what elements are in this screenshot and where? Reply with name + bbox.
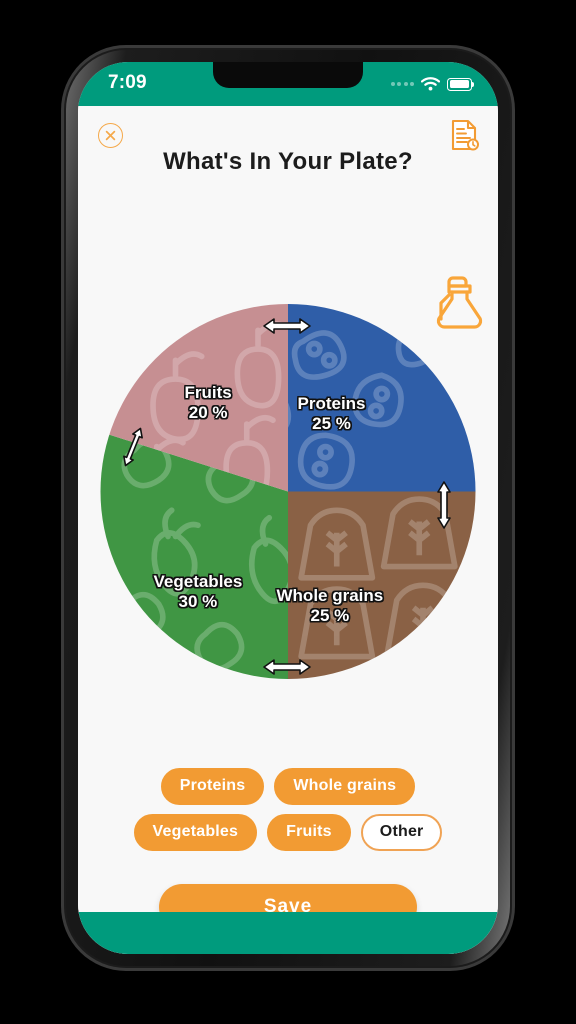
signal-dots-icon — [390, 82, 414, 86]
status-bar: 7:09 — [78, 62, 498, 106]
pie-label-proteins: Proteins 25 % — [297, 394, 366, 433]
page-title: What's In Your Plate? — [163, 148, 413, 175]
pie-label-whole-grains: Whole grains 25 % — [276, 586, 384, 625]
proteins-grains-handle[interactable] — [432, 479, 456, 536]
phone-screen: 7:09 What's In Your Plate? Fruits 20 % P… — [78, 62, 498, 954]
bottom-bar — [78, 912, 498, 954]
plate-pie-chart[interactable]: Fruits 20 % Proteins 25 % Vegetables 30 … — [98, 290, 478, 690]
vegetables-grains-handle[interactable] — [261, 655, 313, 684]
fruits-vegetables-handle[interactable] — [118, 424, 148, 475]
chip-fruits[interactable]: Fruits — [267, 814, 351, 851]
close-circle-icon[interactable] — [98, 123, 123, 148]
screen-notch — [213, 62, 363, 88]
status-bar-clock: 7:09 — [108, 72, 147, 93]
wifi-icon — [421, 77, 440, 91]
screenshot-stage: 7:09 What's In Your Plate? Fruits 20 % P… — [0, 0, 576, 1024]
phone-device-frame: 7:09 What's In Your Plate? Fruits 20 % P… — [64, 48, 512, 968]
pie-label-vegetables: Vegetables 30 % — [153, 572, 243, 611]
battery-full-icon — [447, 77, 475, 91]
chip-other[interactable]: Other — [360, 814, 443, 851]
food-group-chip-list: Proteins Whole grains Vegetables Fruits … — [98, 768, 478, 851]
chip-proteins[interactable]: Proteins — [160, 768, 265, 805]
pie-label-fruits: Fruits 20 % — [184, 383, 232, 422]
app-content: What's In Your Plate? Fruits 20 % Protei… — [78, 106, 498, 954]
pie-disc: Fruits 20 % Proteins 25 % Vegetables 30 … — [100, 304, 476, 679]
chip-vegetables[interactable]: Vegetables — [133, 814, 258, 851]
status-bar-indicators — [390, 77, 475, 91]
proteins-fruits-handle[interactable] — [261, 314, 313, 343]
chip-whole-grains[interactable]: Whole grains — [274, 768, 416, 805]
